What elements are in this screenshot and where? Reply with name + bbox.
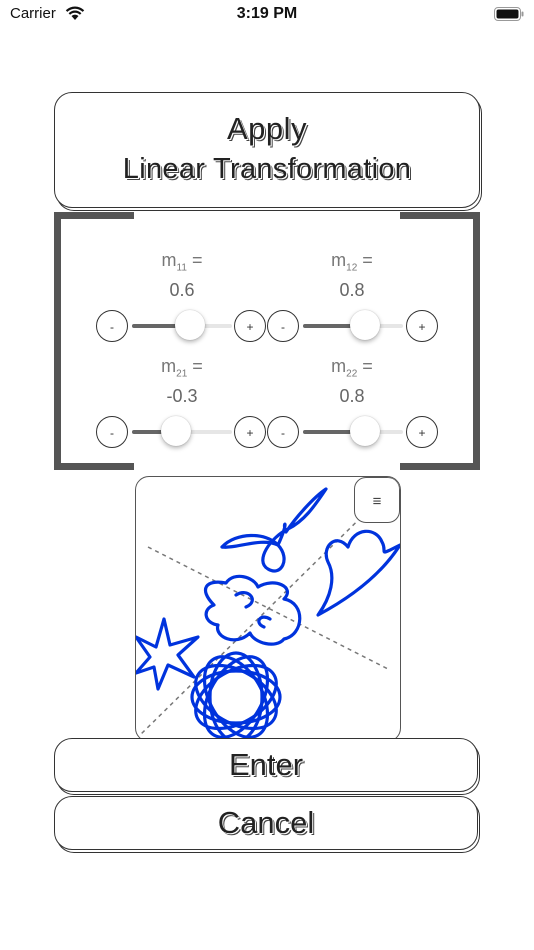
clock: 3:19 PM	[236, 5, 298, 22]
cancel-button[interactable]: Cancel	[54, 796, 478, 850]
battery-icon	[494, 7, 524, 21]
m21-plus-button[interactable]: +	[234, 416, 266, 448]
heart-doodle	[316, 529, 400, 617]
loop-flower-doodle	[220, 487, 328, 573]
entry-m12: m12 = 0.8	[272, 250, 432, 301]
m21-slider[interactable]	[132, 416, 232, 446]
entry-m22-label: m22 =	[331, 356, 373, 380]
title-line-linear-transformation: Linear Transformation	[122, 153, 412, 185]
m11-slider-thumb[interactable]	[175, 310, 205, 340]
m12-plus-button[interactable]: +	[406, 310, 438, 342]
entry-m11-label: m11 =	[161, 250, 203, 274]
cloud-loop-doodle	[203, 574, 302, 646]
entry-m21-label: m21 =	[161, 356, 203, 380]
drawing-canvas[interactable]: ≡	[135, 476, 401, 742]
m12-slider[interactable]	[303, 310, 403, 340]
m11-slider[interactable]	[132, 310, 232, 340]
m11-plus-button[interactable]: +	[234, 310, 266, 342]
m11-minus-button[interactable]: -	[96, 310, 128, 342]
m21-slider-thumb[interactable]	[161, 416, 191, 446]
enter-button[interactable]: Enter	[54, 738, 478, 792]
canvas-menu-button[interactable]: ≡	[354, 477, 400, 523]
title-line-apply: Apply	[226, 111, 308, 146]
m12-minus-button[interactable]: -	[267, 310, 299, 342]
star-burst-doodle	[136, 617, 200, 691]
m12-slider-thumb[interactable]	[350, 310, 380, 340]
entry-m12-value: 0.8	[339, 279, 365, 300]
m22-plus-button[interactable]: +	[406, 416, 438, 448]
entry-m11: m11 = 0.6	[102, 250, 262, 301]
status-bar: Carrier 3:19 PM	[0, 0, 534, 30]
entry-m21-value: -0.3	[166, 385, 198, 406]
entry-m12-label: m12 =	[331, 250, 373, 274]
m22-slider-thumb[interactable]	[350, 416, 380, 446]
entry-m11-value: 0.6	[169, 279, 195, 300]
m22-minus-button[interactable]: -	[267, 416, 299, 448]
m21-minus-button[interactable]: -	[96, 416, 128, 448]
entry-m22-value: 0.8	[339, 385, 365, 406]
matrix-editor: m11 = 0.6 - + m12 = 0.8 - + m21 = -0.3 -…	[54, 212, 480, 470]
m22-slider[interactable]	[303, 416, 403, 446]
entry-m21: m21 = -0.3	[102, 356, 262, 407]
spirograph-doodle	[190, 651, 282, 741]
entry-m22: m22 = 0.8	[272, 356, 432, 407]
title-box: Apply Linear Transformation	[54, 92, 480, 208]
